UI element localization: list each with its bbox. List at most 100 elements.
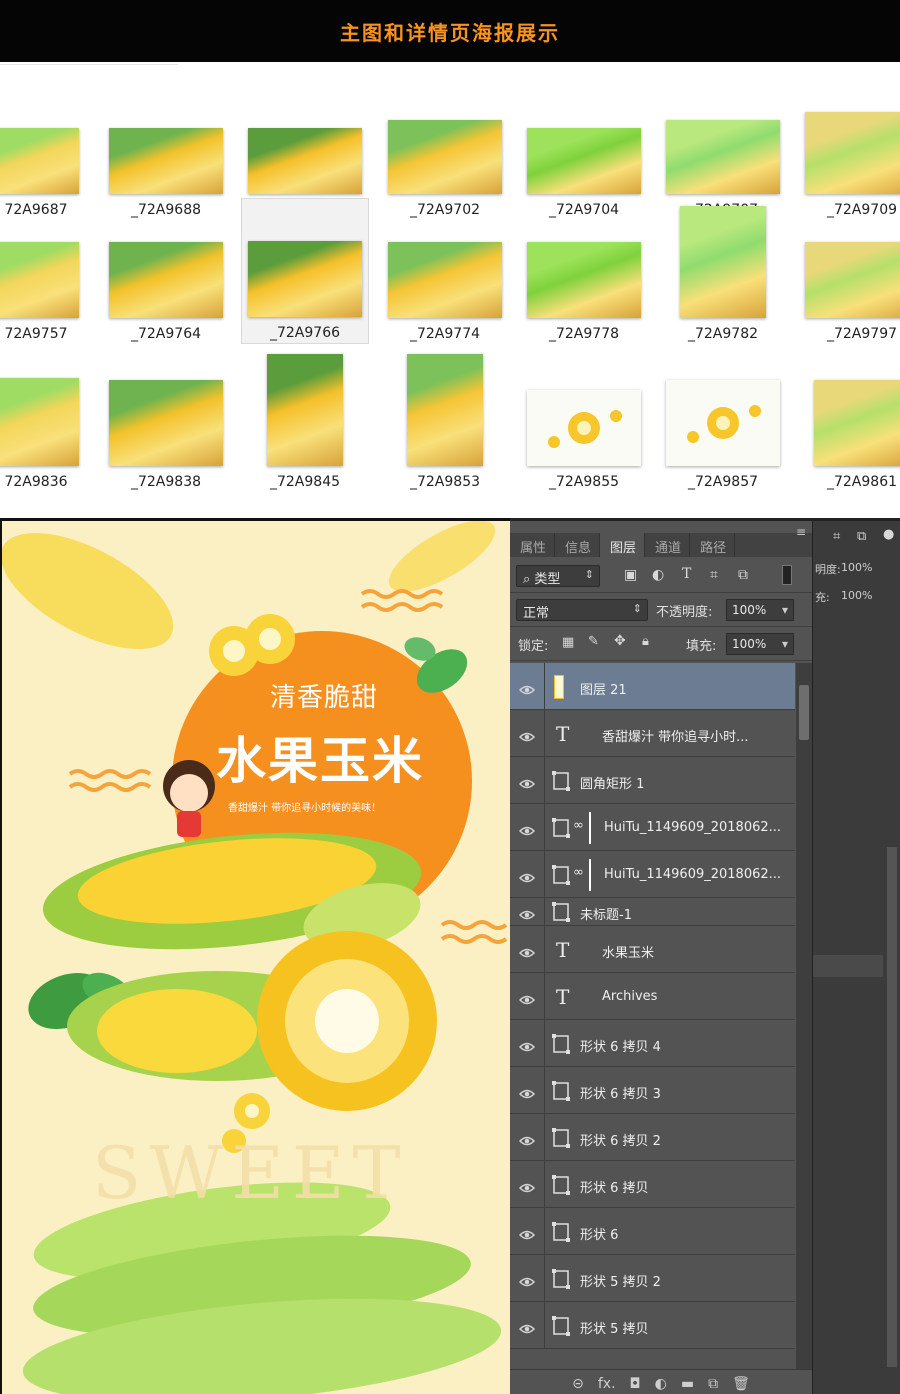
thumbnail-item[interactable]: _72A9764 — [102, 198, 230, 344]
trash-icon[interactable]: 🗑︎ — [732, 1376, 750, 1392]
thumbnail-item[interactable]: _72A9838 — [102, 346, 230, 492]
thumbnail-label: _72A9855 — [548, 474, 620, 490]
eye-icon[interactable] — [518, 775, 536, 788]
blend-row: 正常 ⇕ 不透明度: 100% ▾ — [510, 593, 812, 627]
eye-icon[interactable] — [518, 944, 536, 957]
eye-icon[interactable] — [518, 728, 536, 741]
thumbnail-image — [666, 120, 780, 194]
thumbnail-item[interactable]: 72A9836 — [0, 346, 100, 492]
thumbnail-item[interactable]: _72A9778 — [520, 198, 648, 344]
adjustment-icon[interactable]: ◐ — [655, 1376, 667, 1392]
new-layer-icon[interactable]: ⧉ — [708, 1376, 718, 1392]
filter-kind-select[interactable]: ⌕ 类型 ⇕ — [516, 565, 600, 587]
shape-filter-icon[interactable]: ⌗ — [710, 567, 718, 583]
eye-icon[interactable] — [518, 1038, 536, 1051]
thumbnail-image — [388, 242, 502, 318]
adjustment-filter-icon[interactable]: ◐ — [652, 567, 664, 583]
eye-icon[interactable] — [518, 681, 536, 694]
tab-属性[interactable]: 属性 — [510, 533, 556, 557]
eye-icon[interactable] — [518, 906, 536, 920]
thumbnail-image — [248, 128, 362, 194]
poster-slogan: 香甜爆汁 带你追寻小时候的美味！ — [224, 799, 386, 814]
layer-row[interactable]: ∞ HuiTu_1149609_2018062... — [510, 804, 795, 851]
thumbnail-item[interactable]: _72A9845 — [241, 346, 369, 492]
thumbnail-image — [248, 241, 362, 317]
layer-row[interactable]: ∞ HuiTu_1149609_2018062... — [510, 851, 795, 898]
thumbnail-item[interactable]: _72A9857 — [659, 346, 787, 492]
thumbnail-item[interactable]: _72A9782 — [659, 198, 787, 344]
layer-row[interactable]: 未标题-1 — [510, 898, 795, 926]
file-explorer-grid: 72A9687_72A9688_72A9696_72A9702_72A9704_… — [0, 62, 900, 518]
tab-图层[interactable]: 图层 — [600, 533, 646, 557]
scrollbar-thumb[interactable] — [799, 685, 809, 740]
eye-icon[interactable] — [518, 1085, 536, 1098]
poster-subtitle: 清香脆甜 — [270, 683, 379, 713]
layer-name: 形状 6 — [580, 1227, 619, 1243]
thumbnail-label: _72A9857 — [687, 474, 759, 490]
layer-row[interactable]: T Archives — [510, 973, 795, 1020]
lock-transparent-icon[interactable]: ▦ — [562, 635, 574, 650]
eye-icon[interactable] — [518, 869, 536, 882]
thumbnail-image — [267, 354, 343, 466]
thumbnail-item[interactable]: _72A9797 — [798, 198, 900, 344]
link-icon[interactable]: ⊝ — [572, 1376, 584, 1392]
filter-toggle[interactable] — [782, 565, 792, 585]
thumbnail-image — [407, 354, 483, 466]
layer-divider — [544, 926, 545, 973]
eye-icon[interactable] — [518, 1132, 536, 1145]
eye-icon[interactable] — [518, 1226, 536, 1239]
layer-row[interactable]: 形状 6 拷贝 3 — [510, 1067, 795, 1114]
lock-move-icon[interactable]: ✥ — [614, 633, 626, 649]
dock-scrollbar[interactable] — [887, 847, 897, 1367]
dock-copy-icon[interactable]: ⧉ — [857, 529, 866, 544]
eye-icon[interactable] — [518, 1179, 536, 1192]
thumbnail-item[interactable]: 72A9757 — [0, 198, 100, 344]
fill-value: 100% — [732, 637, 767, 651]
dock-fill-value[interactable]: 100% — [841, 589, 872, 602]
thumbnail-item[interactable]: _72A9774 — [381, 198, 509, 344]
smartobject-filter-icon[interactable]: ⧉ — [738, 567, 748, 583]
tab-通道[interactable]: 通道 — [645, 533, 691, 557]
dock-opacity-value[interactable]: 100% — [841, 561, 872, 574]
dock-pin-icon[interactable]: ● — [883, 527, 894, 542]
layer-row[interactable]: 形状 6 拷贝 2 — [510, 1114, 795, 1161]
tab-信息[interactable]: 信息 — [555, 533, 601, 557]
opacity-input[interactable]: 100% ▾ — [726, 599, 794, 621]
thumbnail-item[interactable]: _72A9853 — [381, 346, 509, 492]
thumbnail-item[interactable]: _72A9766 — [241, 198, 369, 344]
layer-row[interactable]: T 香甜爆汁 带你追寻小时... — [510, 710, 795, 757]
blend-mode-select[interactable]: 正常 ⇕ — [516, 599, 648, 621]
eye-icon[interactable] — [518, 991, 536, 1004]
layer-row[interactable]: 形状 5 拷贝 2 — [510, 1255, 795, 1302]
thumbnail-image — [0, 128, 79, 194]
fx-icon[interactable]: fx. — [598, 1376, 616, 1392]
layer-row[interactable]: 形状 6 拷贝 — [510, 1161, 795, 1208]
lock-all-icon[interactable]: 🔒︎ — [642, 634, 649, 649]
dock-shape-icon[interactable]: ⌗ — [833, 529, 840, 544]
thumbnail-item[interactable]: _72A9855 — [520, 346, 648, 492]
layer-row[interactable]: 形状 6 — [510, 1208, 795, 1255]
mask-icon[interactable]: ◘ — [630, 1376, 641, 1392]
layer-row[interactable]: T 水果玉米 — [510, 926, 795, 973]
layer-scrollbar[interactable] — [796, 663, 812, 1369]
pixel-filter-icon[interactable]: ▣ — [624, 567, 637, 583]
eye-icon[interactable] — [518, 1320, 536, 1333]
layer-row[interactable]: 形状 6 拷贝 4 — [510, 1020, 795, 1067]
layer-divider — [544, 1114, 545, 1161]
eye-icon[interactable] — [518, 1273, 536, 1286]
layer-row[interactable]: 图层 21 — [510, 663, 795, 710]
tab-路径[interactable]: 路径 — [690, 533, 736, 557]
layer-row[interactable]: 形状 5 拷贝 — [510, 1302, 795, 1349]
text-filter-icon[interactable]: T — [682, 566, 691, 582]
thumbnail-image — [0, 378, 79, 466]
layer-row[interactable]: 圆角矩形 1 — [510, 757, 795, 804]
fill-input[interactable]: 100% ▾ — [726, 633, 794, 655]
folder-icon[interactable]: ▬ — [681, 1376, 694, 1392]
thumbnail-image — [0, 242, 79, 318]
eye-icon[interactable] — [518, 822, 536, 835]
layer-divider — [544, 1302, 545, 1349]
thumbnail-label: _72A9861 — [826, 474, 898, 490]
panel-menu-icon[interactable]: ≡ — [796, 525, 806, 539]
thumbnail-item[interactable]: _72A9861 — [798, 346, 900, 492]
lock-brush-icon[interactable]: ✎ — [588, 634, 599, 649]
